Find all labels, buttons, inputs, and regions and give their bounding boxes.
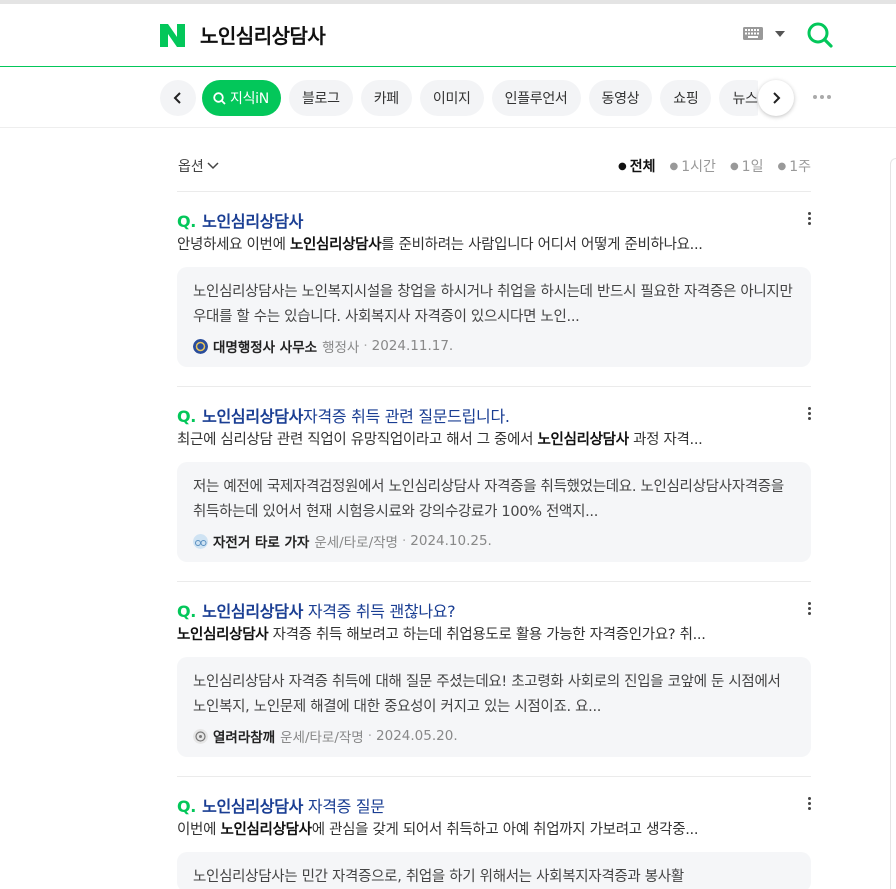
tabs-next-button[interactable] [758, 80, 794, 116]
period-all[interactable]: ● 전체 [618, 156, 656, 176]
answer-text: 노인심리상담사 자격증 취득에 대해 질문 주셨는데요! 초고령화 사회로의 진… [193, 674, 781, 715]
author-category: 행정사 [322, 340, 360, 356]
tab-shopping[interactable]: 쇼핑 [660, 80, 712, 116]
answer-box[interactable]: 노인심리상담사는 노인복지시설을 창업을 하시거나 취업을 하시는데 반드시 필… [177, 267, 811, 367]
avatar [193, 533, 208, 549]
chevron-down-icon[interactable] [775, 31, 785, 37]
question-icon: Q. [177, 407, 197, 426]
tab-blog[interactable]: 블로그 [288, 80, 353, 116]
question-icon: Q. [177, 797, 197, 816]
more-options-icon[interactable] [807, 407, 811, 420]
search-query-input[interactable]: 노인심리상담사 [200, 20, 326, 49]
result-description[interactable]: 최근에 심리상담 관련 직업이 유망직업이라고 해서 그 중에서 노인심리상담사… [177, 428, 811, 449]
more-options-icon[interactable] [807, 212, 811, 225]
search-tabs-bar: 지식iN 블로그 카페 이미지 인플루언서 동영상 쇼핑 뉴스 [0, 68, 896, 128]
result-divider [177, 776, 811, 777]
result-title-link[interactable]: Q. 노인심리상담사 자격증 취득 괜찮나요? [177, 598, 456, 622]
result-description[interactable]: 안녕하세요 이번에 노인심리상담사를 준비하려는 사람입니다 어디서 어떻게 준… [177, 233, 811, 254]
tab-track: 지식iN 블로그 카페 이미지 인플루언서 동영상 쇼핑 뉴스 [202, 80, 758, 116]
answer-box[interactable]: 노인심리상담사 자격증 취득에 대해 질문 주셨는데요! 초고령화 사회로의 진… [177, 657, 811, 757]
options-label: 옵션 [178, 159, 204, 175]
tab-label: 지식iN [230, 91, 269, 107]
answer-date: 2024.05.20. [376, 728, 458, 744]
answer-text: 노인심리상담사는 민간 자격증으로, 취업을 하기 위해서는 사회복지자격증과 … [193, 869, 684, 885]
author-name[interactable]: 열려라참깨 [213, 726, 275, 746]
tab-news[interactable]: 뉴스 [719, 80, 758, 116]
answer-meta: 대명행정사 사무소 행정사 · 2024.11.17. [193, 336, 795, 356]
avatar [193, 338, 208, 354]
chevron-down-icon [207, 162, 219, 170]
author-name[interactable]: 자전거 타로 가자 [213, 531, 309, 551]
answer-meta: 자전거 타로 가자 운세/타로/작명 · 2024.10.25. [193, 531, 795, 551]
tabs-prev-button[interactable] [160, 80, 196, 116]
question-icon: Q. [177, 602, 197, 621]
result-title-link[interactable]: Q. 노인심리상담사자격증 취득 관련 질문드립니다. [177, 403, 510, 427]
answer-box[interactable]: 노인심리상담사는 민간 자격증으로, 취업을 하기 위해서는 사회복지자격증과 … [177, 852, 811, 889]
period-1w[interactable]: ● 1주 [777, 156, 811, 176]
tab-influencer[interactable]: 인플루언서 [491, 80, 581, 116]
result-description[interactable]: 이번에 노인심리상담사에 관심을 갖게 되어서 취득하고 아예 취업까지 가보려… [177, 818, 811, 839]
author-category: 운세/타로/작명 [314, 535, 398, 551]
options-toggle[interactable]: 옵션 [178, 156, 219, 176]
keyboard-icon[interactable] [743, 27, 763, 40]
search-header: 노인심리상담사 [0, 4, 896, 67]
options-bar: 옵션 ● 전체 ● 1시간 ● 1일 ● 1주 [177, 146, 811, 192]
tab-video[interactable]: 동영상 [588, 80, 653, 116]
result-title-link[interactable]: Q. 노인심리상담사 [177, 208, 303, 232]
result-description[interactable]: 노인심리상담사 자격증 취득 해보려고 하는데 취업용도로 활용 가능한 자격증… [177, 623, 811, 644]
search-icon [213, 91, 226, 105]
question-icon: Q. [177, 212, 197, 231]
result-divider [177, 386, 811, 387]
answer-text: 저는 예전에 국제자격검정원에서 노인심리상담사 자격증을 취득했었는데요. 노… [193, 479, 784, 520]
period-1d[interactable]: ● 1일 [730, 156, 764, 176]
result-title-link[interactable]: Q. 노인심리상담사 자격증 질문 [177, 793, 385, 817]
avatar [193, 728, 208, 744]
answer-text: 노인심리상담사는 노인복지시설을 창업을 하시거나 취업을 하시는데 반드시 필… [193, 284, 793, 325]
period-1h[interactable]: ● 1시간 [670, 156, 716, 176]
tab-cafe[interactable]: 카페 [360, 80, 412, 116]
answer-box[interactable]: 저는 예전에 국제자격검정원에서 노인심리상담사 자격증을 취득했었는데요. 노… [177, 462, 811, 562]
chevron-right-icon [773, 92, 781, 104]
answer-date: 2024.10.25. [410, 533, 492, 549]
more-options-icon[interactable] [807, 602, 811, 615]
side-panel-edge [890, 158, 896, 889]
tab-image[interactable]: 이미지 [419, 80, 484, 116]
answer-meta: 열려라참깨 운세/타로/작명 · 2024.05.20. [193, 726, 795, 746]
period-filter: ● 전체 ● 1시간 ● 1일 ● 1주 [618, 156, 811, 176]
author-category: 운세/타로/작명 [280, 730, 364, 746]
chevron-left-icon [173, 92, 181, 104]
more-icon[interactable] [813, 95, 831, 99]
answer-date: 2024.11.17. [371, 338, 454, 354]
naver-logo-icon[interactable] [160, 24, 185, 47]
search-icon[interactable] [806, 21, 834, 49]
tab-kin[interactable]: 지식iN [202, 80, 281, 116]
author-name[interactable]: 대명행정사 사무소 [213, 336, 317, 356]
more-options-icon[interactable] [807, 797, 811, 810]
result-divider [177, 581, 811, 582]
